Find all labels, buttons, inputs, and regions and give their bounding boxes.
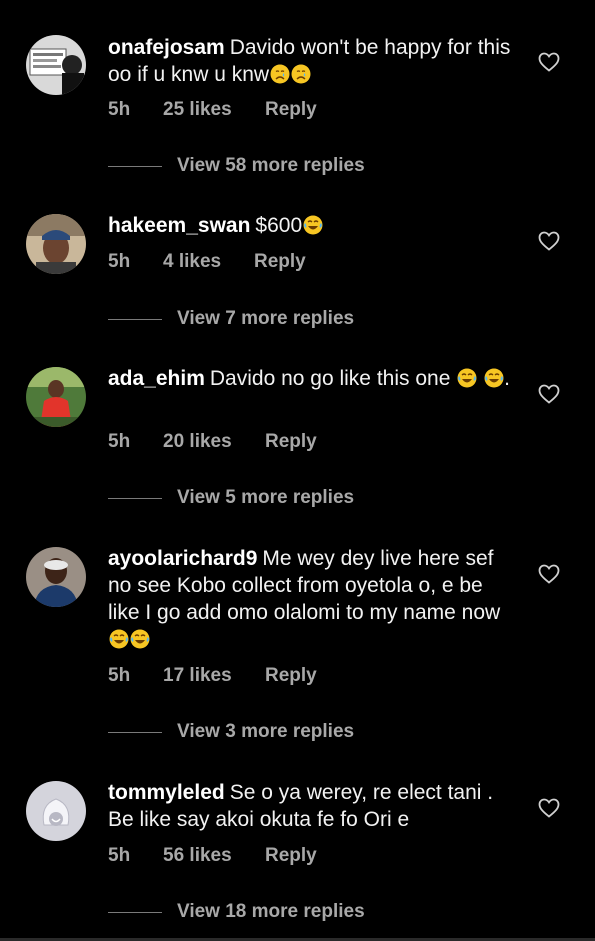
replies-divider [108, 732, 162, 733]
tears-of-joy-emoji-icon [457, 368, 477, 388]
comment-time: 5h [108, 845, 131, 866]
replies-divider [108, 498, 162, 499]
comment-text: tommyleled Se o ya werey, re elect tani .… [108, 779, 518, 833]
comment-username[interactable]: tommyleled [108, 781, 225, 804]
comment-text: onafejosam Davido won't be happy for this… [108, 34, 518, 88]
comment-likes[interactable]: 20 likes [163, 431, 232, 453]
comment-likes[interactable]: 25 likes [163, 99, 232, 121]
like-heart-icon[interactable] [538, 564, 560, 584]
reply-button[interactable]: Reply [265, 99, 317, 121]
comment-likes[interactable]: 17 likes [163, 665, 232, 687]
default-avatar-icon [26, 781, 86, 841]
comment-likes[interactable]: 4 likes [163, 251, 221, 273]
comment-time: 5h [108, 251, 131, 272]
comment-username[interactable]: hakeem_swan [108, 214, 250, 237]
like-heart-icon[interactable] [538, 52, 560, 72]
reply-button[interactable]: Reply [265, 431, 317, 453]
comment-text: ada_ehim Davido no go like this one . [108, 365, 518, 392]
comment-time: 5h [108, 431, 131, 452]
like-heart-icon[interactable] [538, 798, 560, 818]
crying-face-emoji-icon [291, 64, 311, 84]
avatar[interactable] [26, 367, 86, 427]
replies-divider [108, 166, 162, 167]
comment-text: ayoolarichard9 Me wey dey live here sef n… [108, 545, 518, 653]
avatar[interactable] [26, 547, 86, 607]
comment-body: $600 [255, 214, 303, 237]
tears-of-joy-emoji-icon [109, 629, 129, 649]
crying-face-emoji-icon [270, 64, 290, 84]
like-heart-icon[interactable] [538, 231, 560, 251]
replies-divider [108, 319, 162, 320]
tears-of-joy-emoji-icon [130, 629, 150, 649]
view-replies-label[interactable]: View 3 more replies [177, 721, 354, 743]
tears-of-joy-emoji-icon [303, 215, 323, 235]
reply-button[interactable]: Reply [254, 251, 306, 273]
comment-body: Davido no go like this one [209, 367, 451, 390]
comment-body-suffix: . [504, 367, 510, 390]
avatar[interactable] [26, 214, 86, 274]
comment-likes[interactable]: 56 likes [163, 845, 232, 867]
reply-button[interactable]: Reply [265, 845, 317, 867]
comment-text: hakeem_swan $600 [108, 212, 518, 239]
comment-time: 5h [108, 665, 131, 686]
view-replies-label[interactable]: View 5 more replies [177, 487, 354, 509]
view-replies-label[interactable]: View 7 more replies [177, 308, 354, 330]
comment-username[interactable]: ada_ehim [108, 367, 205, 390]
view-replies-label[interactable]: View 58 more replies [177, 155, 365, 177]
avatar[interactable] [26, 781, 86, 841]
replies-divider [108, 912, 162, 913]
comment-time: 5h [108, 99, 131, 120]
reply-button[interactable]: Reply [265, 665, 317, 687]
comment-username[interactable]: ayoolarichard9 [108, 547, 257, 570]
comment-username[interactable]: onafejosam [108, 36, 225, 59]
like-heart-icon[interactable] [538, 384, 560, 404]
tears-of-joy-emoji-icon [484, 368, 504, 388]
view-replies-label[interactable]: View 18 more replies [177, 901, 365, 923]
avatar[interactable] [26, 35, 86, 95]
